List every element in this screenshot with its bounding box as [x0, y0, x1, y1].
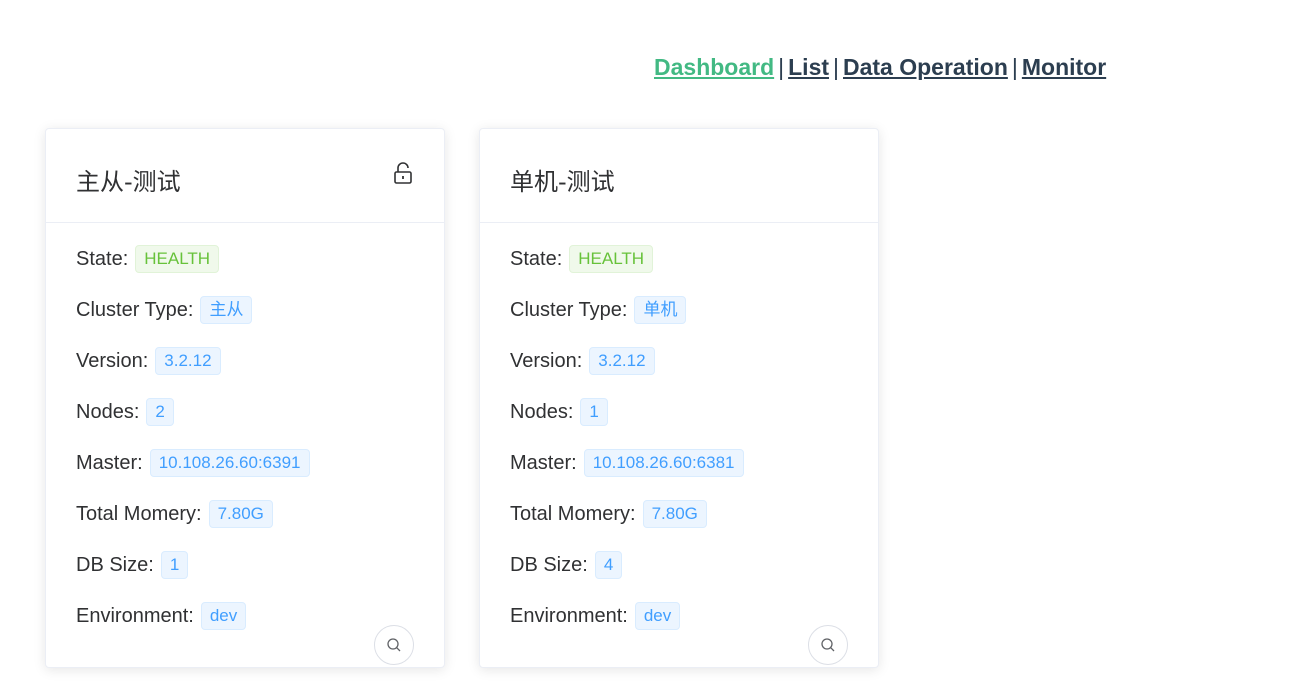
field-label: Master:: [510, 451, 577, 474]
version-tag: 3.2.12: [155, 347, 221, 375]
environment-tag: dev: [634, 602, 681, 630]
top-nav: Dashboard | List | Data Operation | Monitor: [654, 54, 1106, 81]
nav-separator: |: [778, 54, 785, 80]
field-state: State: HEALTH: [76, 244, 220, 274]
nodes-tag: 1: [580, 398, 608, 426]
db-size-tag: 1: [160, 551, 189, 579]
cluster-type-tag: 单机: [634, 296, 687, 324]
state-tag: HEALTH: [135, 245, 220, 273]
field-label: DB Size:: [76, 553, 154, 576]
field-label: Nodes:: [76, 400, 140, 423]
cluster-name: 主从-测试: [76, 168, 181, 196]
field-label: Version:: [510, 349, 583, 372]
field-label: Environment:: [76, 604, 194, 627]
field-label: Nodes:: [510, 400, 574, 423]
field-nodes: Nodes: 1: [510, 397, 608, 427]
lock-icon[interactable]: [392, 161, 414, 185]
nav-separator: |: [833, 54, 839, 80]
field-db-size: DB Size: 1: [76, 550, 189, 580]
field-label: Master:: [76, 451, 143, 474]
environment-tag: dev: [200, 602, 247, 630]
nav-dashboard-link[interactable]: Dashboard: [654, 54, 774, 80]
card-header: 主从-测试: [46, 129, 444, 223]
total-memory-tag: 7.80G: [642, 500, 707, 528]
total-memory-tag: 7.80G: [208, 500, 273, 528]
field-db-size: DB Size: 4: [510, 550, 623, 580]
field-label: State:: [76, 247, 129, 270]
db-size-tag: 4: [594, 551, 623, 579]
field-cluster-type: Cluster Type: 单机: [510, 295, 687, 325]
field-version: Version: 3.2.12: [76, 346, 221, 376]
search-icon: [387, 638, 401, 652]
card-header: 单机-测试: [480, 129, 878, 223]
field-label: Cluster Type:: [76, 298, 194, 321]
cluster-card: 单机-测试 State: HEALTH Cluster Type: 单机 Ver…: [479, 128, 879, 668]
field-label: State:: [510, 247, 563, 270]
field-total-memory: Total Momery: 7.80G: [510, 499, 707, 529]
field-version: Version: 3.2.12: [510, 346, 655, 376]
field-state: State: HEALTH: [510, 244, 654, 274]
field-label: Total Momery:: [510, 502, 636, 525]
master-tag: 10.108.26.60:6381: [583, 449, 744, 477]
nav-monitor-link[interactable]: Monitor: [1022, 54, 1106, 80]
field-environment: Environment: dev: [76, 601, 247, 631]
field-environment: Environment: dev: [510, 601, 681, 631]
nav-list-link[interactable]: List: [788, 54, 829, 80]
field-master: Master: 10.108.26.60:6381: [510, 448, 744, 478]
field-label: Environment:: [510, 604, 628, 627]
field-master: Master: 10.108.26.60:6391: [76, 448, 310, 478]
version-tag: 3.2.12: [589, 347, 655, 375]
search-button[interactable]: [808, 625, 848, 665]
nav-separator: |: [1011, 54, 1018, 80]
master-tag: 10.108.26.60:6391: [149, 449, 310, 477]
field-label: Version:: [76, 349, 149, 372]
nav-data-operation-link[interactable]: Data Operation: [843, 54, 1008, 80]
field-cluster-type: Cluster Type: 主从: [76, 295, 253, 325]
field-label: Total Momery:: [76, 502, 202, 525]
field-label: Cluster Type:: [510, 298, 628, 321]
cluster-name: 单机-测试: [510, 168, 615, 196]
nodes-tag: 2: [146, 398, 174, 426]
state-tag: HEALTH: [569, 245, 654, 273]
search-icon: [821, 638, 835, 652]
field-label: DB Size:: [510, 553, 588, 576]
cluster-type-tag: 主从: [200, 296, 253, 324]
cluster-card: 主从-测试 State: HEALTH Cluster Type: 主从 Ver…: [45, 128, 445, 668]
field-total-memory: Total Momery: 7.80G: [76, 499, 273, 529]
field-nodes: Nodes: 2: [76, 397, 174, 427]
search-button[interactable]: [374, 625, 414, 665]
